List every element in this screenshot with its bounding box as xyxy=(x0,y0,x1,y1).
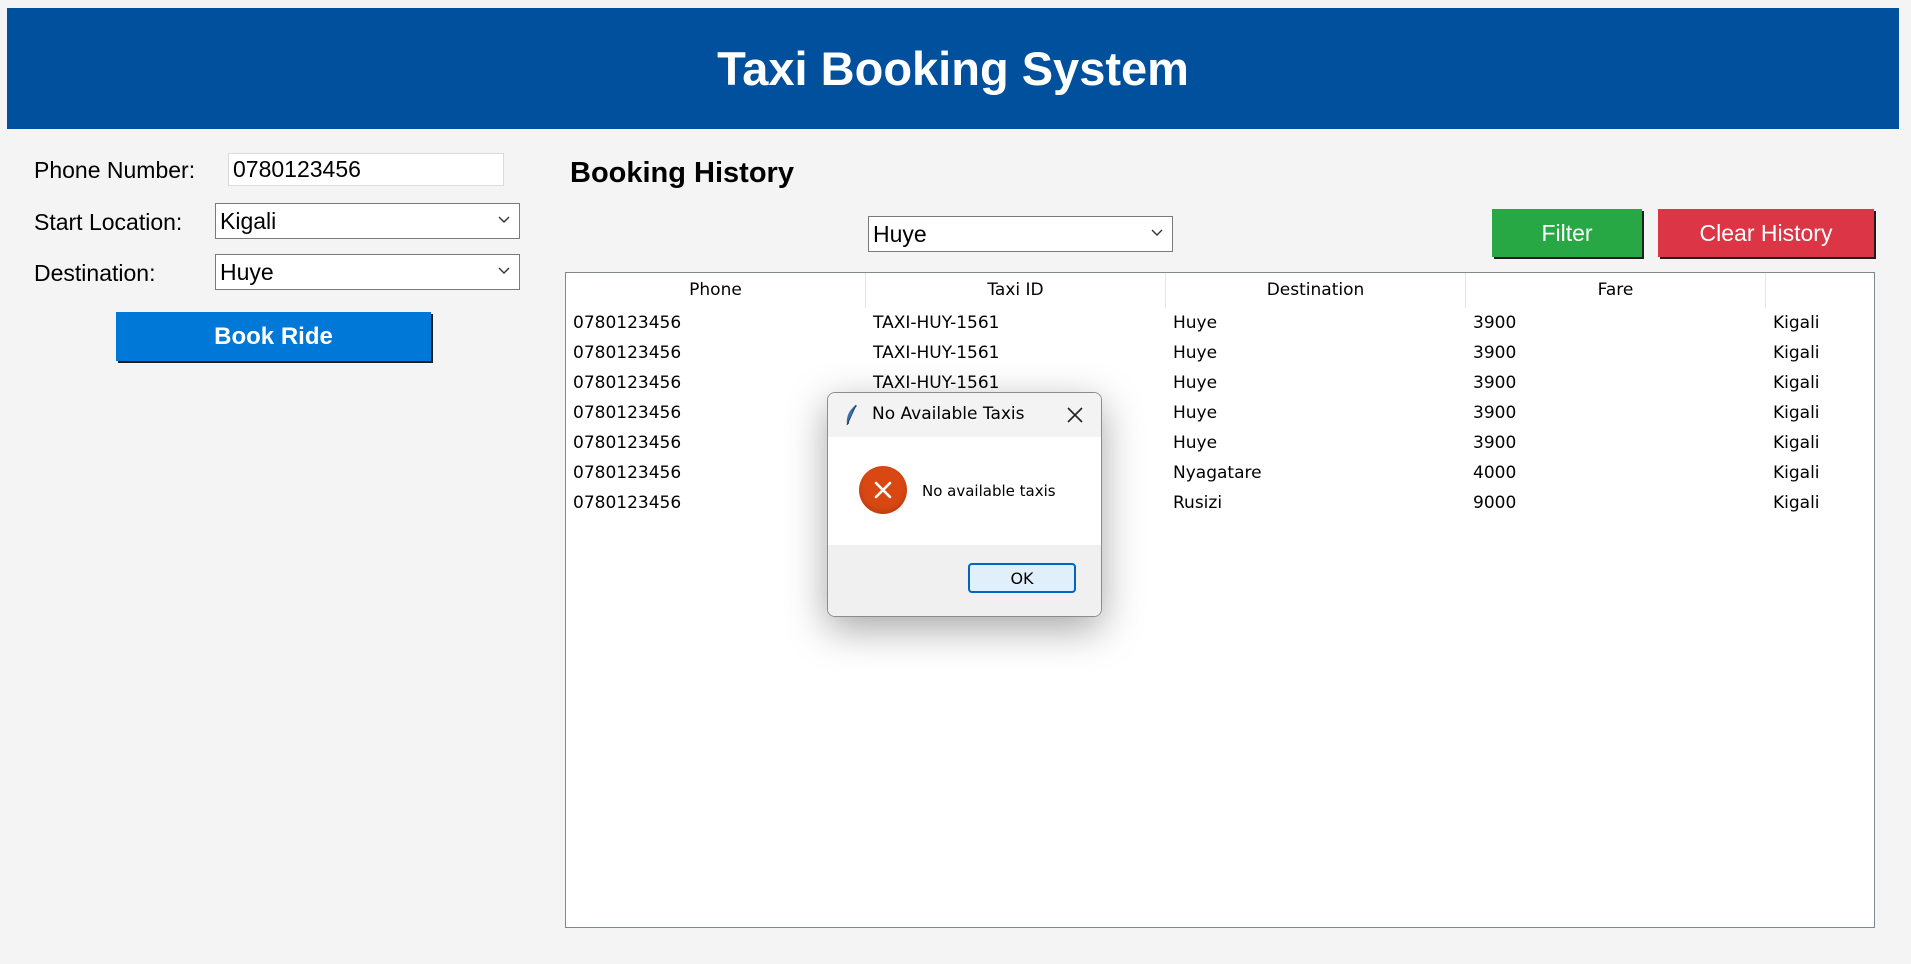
start-location-select[interactable]: Kigali xyxy=(215,203,520,239)
cell-start: Kigali xyxy=(1773,403,1820,423)
history-filter-select[interactable]: Huye xyxy=(868,216,1173,252)
cell-start: Kigali xyxy=(1773,493,1820,513)
table-row[interactable]: 0780123456 TAXI-HUY-1561 Huye 3900 Kigali xyxy=(566,368,1874,398)
cell-fare: 4000 xyxy=(1473,463,1517,483)
table-row[interactable]: 0780123456 Huye 3900 Kigali xyxy=(566,428,1874,458)
no-taxis-dialog[interactable]: No Available Taxis No available taxis OK xyxy=(827,392,1102,617)
column-header-fare[interactable]: Fare xyxy=(1466,273,1766,308)
booking-history-table[interactable]: Phone Taxi ID Destination Fare 078012345… xyxy=(565,272,1875,928)
destination-select[interactable]: Huye xyxy=(215,254,520,290)
table-row[interactable]: 0780123456 Rusizi 9000 Kigali xyxy=(566,488,1874,518)
table-body: 0780123456 TAXI-HUY-1561 Huye 3900 Kigali 078… xyxy=(566,308,1874,518)
filter-button[interactable]: Filter xyxy=(1492,209,1642,257)
dialog-footer: OK xyxy=(828,545,1101,616)
table-header: Phone Taxi ID Destination Fare xyxy=(566,273,1874,308)
table-row[interactable]: 0780123456 Nyagatare 4000 Kigali xyxy=(566,458,1874,488)
cell-start: Kigali xyxy=(1773,463,1820,483)
cell-phone: 0780123456 xyxy=(573,373,682,393)
start-location-value: Kigali xyxy=(220,208,277,234)
phone-label: Phone Number: xyxy=(34,157,196,183)
cell-destination: Huye xyxy=(1173,313,1218,333)
chevron-down-icon xyxy=(498,267,510,274)
cell-fare: 3900 xyxy=(1473,433,1517,453)
destination-label: Destination: xyxy=(34,260,156,286)
dialog-titlebar[interactable]: No Available Taxis xyxy=(828,393,1101,437)
cell-taxi-id: TAXI-HUY-1561 xyxy=(873,313,1000,333)
dialog-title: No Available Taxis xyxy=(872,404,1025,424)
column-header-taxi-id[interactable]: Taxi ID xyxy=(866,273,1166,308)
error-icon xyxy=(859,466,907,514)
table-row[interactable]: 0780123456 TAXI-HUY-1561 Huye 3900 Kigali xyxy=(566,338,1874,368)
booking-history-title: Booking History xyxy=(570,157,794,189)
cell-fare: 9000 xyxy=(1473,493,1517,513)
app-title: Taxi Booking System xyxy=(717,42,1189,95)
column-header-start[interactable] xyxy=(1766,273,1874,308)
cell-phone: 0780123456 xyxy=(573,313,682,333)
table-row[interactable]: 0780123456 Huye 3900 Kigali xyxy=(566,398,1874,428)
destination-value: Huye xyxy=(220,259,274,285)
cell-destination: Nyagatare xyxy=(1173,463,1262,483)
history-filter-value: Huye xyxy=(873,221,927,247)
cell-phone: 0780123456 xyxy=(573,493,682,513)
column-header-destination[interactable]: Destination xyxy=(1166,273,1466,308)
dialog-body: No available taxis xyxy=(828,437,1101,545)
cell-phone: 0780123456 xyxy=(573,343,682,363)
book-ride-button[interactable]: Book Ride xyxy=(116,312,431,361)
close-icon[interactable] xyxy=(1066,406,1084,424)
cell-phone: 0780123456 xyxy=(573,463,682,483)
cell-fare: 3900 xyxy=(1473,343,1517,363)
cell-fare: 3900 xyxy=(1473,373,1517,393)
chevron-down-icon xyxy=(1151,229,1163,236)
start-location-label: Start Location: xyxy=(34,209,183,235)
ok-button[interactable]: OK xyxy=(968,563,1076,593)
phone-number-input[interactable]: 0780123456 xyxy=(228,153,504,186)
cell-destination: Huye xyxy=(1173,403,1218,423)
cell-destination: Huye xyxy=(1173,343,1218,363)
chevron-down-icon xyxy=(498,216,510,223)
feather-icon xyxy=(846,404,857,426)
cell-start: Kigali xyxy=(1773,373,1820,393)
clear-history-button[interactable]: Clear History xyxy=(1658,209,1874,257)
cell-start: Kigali xyxy=(1773,343,1820,363)
table-row[interactable]: 0780123456 TAXI-HUY-1561 Huye 3900 Kigali xyxy=(566,308,1874,338)
cell-phone: 0780123456 xyxy=(573,433,682,453)
dialog-message: No available taxis xyxy=(922,482,1056,500)
cell-start: Kigali xyxy=(1773,313,1820,333)
cell-start: Kigali xyxy=(1773,433,1820,453)
cell-fare: 3900 xyxy=(1473,313,1517,333)
cell-phone: 0780123456 xyxy=(573,403,682,423)
cell-taxi-id: TAXI-HUY-1561 xyxy=(873,343,1000,363)
app-header: Taxi Booking System xyxy=(7,8,1899,129)
column-header-phone[interactable]: Phone xyxy=(566,273,866,308)
cell-fare: 3900 xyxy=(1473,403,1517,423)
cell-destination: Huye xyxy=(1173,373,1218,393)
cell-destination: Rusizi xyxy=(1173,493,1223,513)
cell-destination: Huye xyxy=(1173,433,1218,453)
